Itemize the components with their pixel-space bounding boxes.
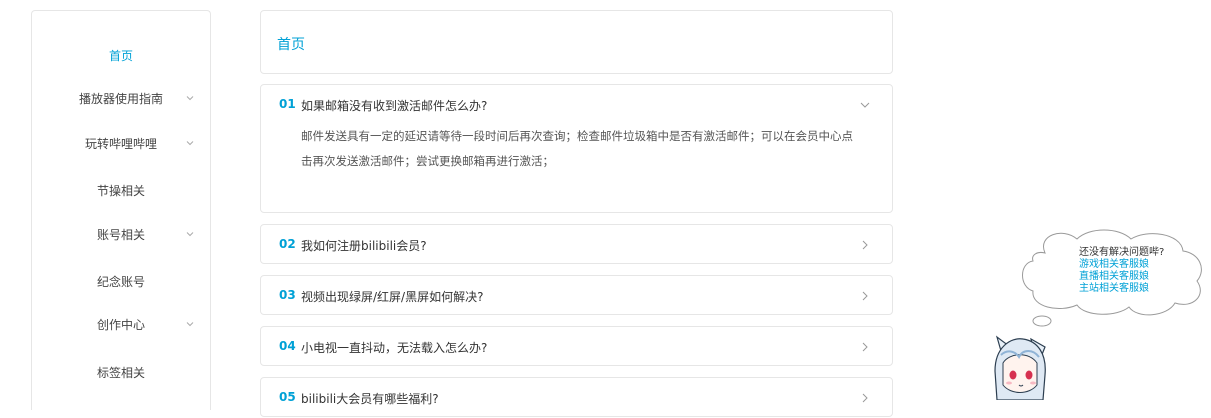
sidebar-item-creator-center[interactable]: 创作中心 <box>32 309 210 339</box>
chevron-down-icon <box>186 96 194 101</box>
faq-question: 小电视一直抖动，无法载入怎么办? <box>301 341 488 355</box>
faq-item: 04 小电视一直抖动，无法载入怎么办? <box>260 326 893 366</box>
chevron-down-icon <box>186 322 194 327</box>
sidebar-item-tags[interactable]: 标签相关 <box>32 357 210 387</box>
sidebar-item-label: 纪念账号 <box>96 274 145 289</box>
help-link-game[interactable]: 游戏相关客服娘 <box>1079 259 1164 271</box>
sidebar-item-account[interactable]: 账号相关 <box>32 219 210 249</box>
help-bubble: 还没有解决问题哔? 游戏相关客服娘 直播相关客服娘 主站相关客服娘 <box>1079 247 1164 295</box>
faq-number: 01 <box>279 97 296 111</box>
sidebar-item-label: 首页 <box>108 48 133 63</box>
chevron-down-icon <box>186 141 194 146</box>
faq-question: 如果邮箱没有收到激活邮件怎么办? <box>301 99 488 113</box>
bubble-tail-small <box>1032 315 1052 327</box>
sidebar-item-label: 标签相关 <box>96 365 145 380</box>
breadcrumb-current[interactable]: 首页 <box>277 34 305 54</box>
chevron-right-icon <box>862 342 868 352</box>
breadcrumb: 首页 <box>260 10 893 74</box>
sidebar-nav: 首页 播放器使用指南 玩转哔哩哔哩 节操相关 账号相关 纪念账号 创作中心 标签… <box>31 10 211 410</box>
sidebar-item-label: 创作中心 <box>96 317 145 332</box>
faq-question: 我如何注册bilibili会员? <box>301 239 427 253</box>
faq-item: 03 视频出现绿屏/红屏/黑屏如何解决? <box>260 275 893 315</box>
faq-question: 视频出现绿屏/红屏/黑屏如何解决? <box>301 290 484 304</box>
sidebar-item-player-guide[interactable]: 播放器使用指南 <box>32 83 210 113</box>
faq-question-row[interactable]: 05 bilibili大会员有哪些福利? <box>261 378 892 418</box>
faq-question-row[interactable]: 04 小电视一直抖动，无法载入怎么办? <box>261 327 892 367</box>
help-link-main[interactable]: 主站相关客服娘 <box>1079 283 1164 295</box>
sidebar-item-label: 节操相关 <box>96 183 145 198</box>
faq-answer: 邮件发送具有一定的延迟请等待一段时间后再次查询；检查邮件垃圾箱中是否有激活邮件；… <box>301 129 853 168</box>
sidebar-item-memorial-account[interactable]: 纪念账号 <box>32 266 210 296</box>
faq-question: bilibili大会员有哪些福利? <box>301 392 439 406</box>
faq-number: 03 <box>279 288 296 302</box>
chevron-down-icon <box>860 102 870 108</box>
faq-question-row[interactable]: 02 我如何注册bilibili会员? <box>261 225 892 265</box>
faq-item: 05 bilibili大会员有哪些福利? <box>260 377 893 417</box>
chevron-right-icon <box>862 240 868 250</box>
faq-item: 01 如果邮箱没有收到激活邮件怎么办? 邮件发送具有一定的延迟请等待一段时间后再… <box>260 84 893 213</box>
faq-question-row[interactable]: 03 视频出现绿屏/红屏/黑屏如何解决? <box>261 276 892 316</box>
chevron-right-icon <box>862 393 868 403</box>
sidebar-item-integrity[interactable]: 节操相关 <box>32 175 210 205</box>
sidebar-item-label: 玩转哔哩哔哩 <box>84 136 157 151</box>
faq-question-row[interactable]: 01 如果邮箱没有收到激活邮件怎么办? <box>261 85 892 125</box>
faq-number: 05 <box>279 390 296 404</box>
chevron-down-icon <box>186 232 194 237</box>
sidebar-item-label: 账号相关 <box>96 227 145 242</box>
sidebar-item-explore-bilibili[interactable]: 玩转哔哩哔哩 <box>32 128 210 158</box>
mascot-character <box>994 335 1046 400</box>
chevron-right-icon <box>862 291 868 301</box>
sidebar-item-label: 播放器使用指南 <box>78 91 163 106</box>
faq-number: 02 <box>279 237 296 251</box>
faq-number: 04 <box>279 339 296 353</box>
help-bubble-heading: 还没有解决问题哔? <box>1079 247 1165 258</box>
faq-item: 02 我如何注册bilibili会员? <box>260 224 893 264</box>
sidebar-item-home[interactable]: 首页 <box>32 40 210 70</box>
help-link-live[interactable]: 直播相关客服娘 <box>1079 271 1164 283</box>
